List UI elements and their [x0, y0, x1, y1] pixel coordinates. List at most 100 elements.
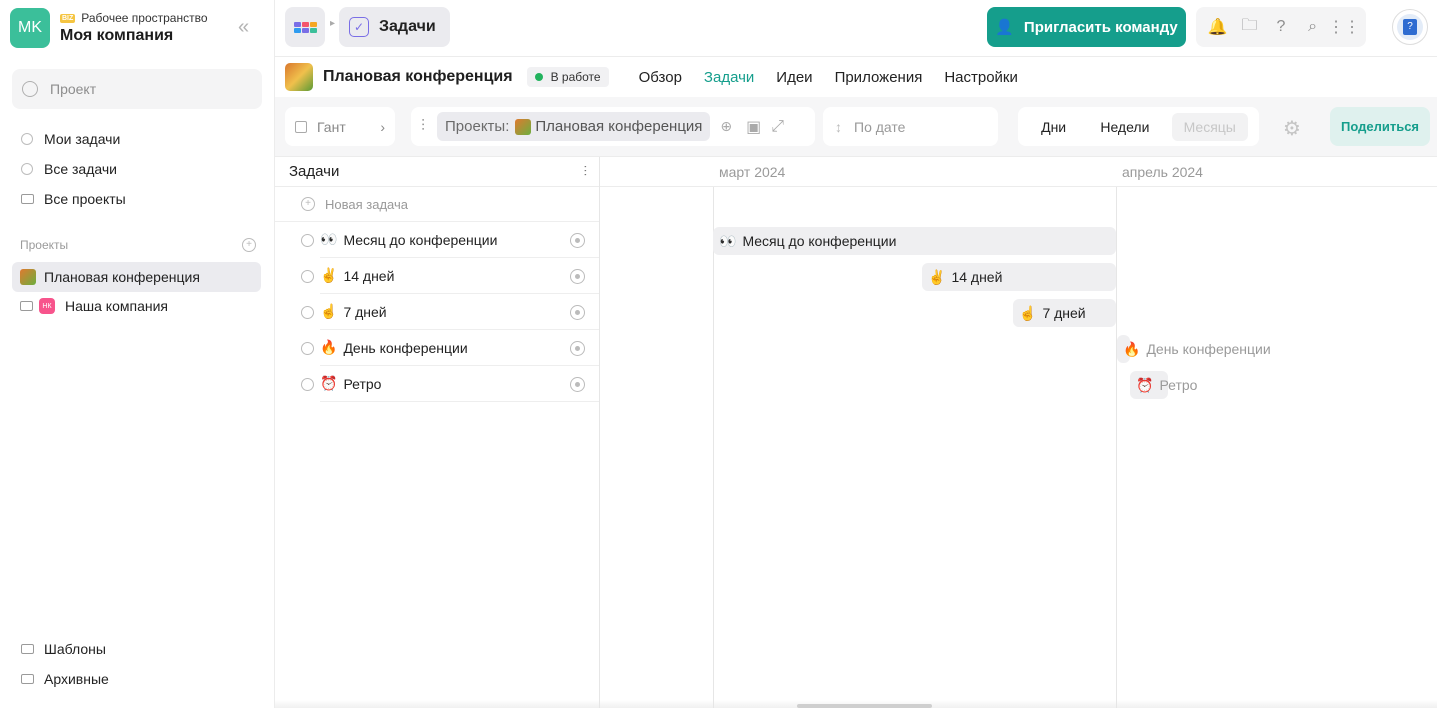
filter-bar: ⫶ Проекты: Плановая конференция ⊕ ▣ ⤢	[411, 107, 815, 146]
bar-label: 14 дней	[951, 269, 1003, 285]
task-list-header: Задачи ⫶	[275, 157, 599, 187]
bar-emoji: ☝️	[1019, 304, 1037, 321]
tab-ideas[interactable]: Идеи	[776, 69, 812, 86]
assignee-icon[interactable]	[570, 269, 585, 284]
task-row[interactable]: 🔥 День конференции	[275, 330, 599, 366]
tab-overview[interactable]: Обзор	[639, 69, 682, 86]
plus-circle-icon: +	[301, 197, 315, 211]
nav-templates[interactable]: Шаблоны	[20, 641, 106, 657]
nav-my-tasks[interactable]: Мои задачи	[20, 131, 120, 147]
tab-settings[interactable]: Настройки	[944, 69, 1018, 86]
task-complete-checkbox[interactable]	[301, 341, 314, 355]
add-user-icon: 👤	[995, 19, 1014, 36]
gantt-bar[interactable]: 👀 Месяц до конференции	[713, 227, 1116, 255]
expand-icon[interactable]: ⤢	[771, 118, 784, 136]
folder-icon[interactable]: 🗀	[1239, 17, 1259, 37]
bar-label: Ретро	[1159, 377, 1198, 393]
user-avatar[interactable]: ?	[1392, 9, 1428, 45]
tab-tasks[interactable]: Задачи	[704, 69, 754, 86]
status-badge[interactable]: В работе	[526, 67, 609, 87]
invite-team-button[interactable]: 👤 Пригласить команду	[987, 7, 1186, 47]
scale-weeks[interactable]: Недели	[1088, 113, 1161, 141]
check-circle-icon	[20, 162, 34, 176]
workspace-name: Моя компания	[60, 27, 174, 44]
gantt-bar[interactable]: 🔥 День конференции	[1117, 335, 1271, 363]
search-placeholder: Проект	[50, 81, 97, 97]
view-switcher[interactable]: Гант ›	[285, 107, 395, 146]
bell-icon[interactable]: 🔔	[1208, 17, 1228, 37]
help-icon[interactable]: ?	[1271, 17, 1291, 37]
bar-label: Месяц до конференции	[742, 233, 897, 249]
workspace-subtitle: Рабочее пространство	[81, 11, 208, 25]
nav-archive[interactable]: Архивные	[20, 671, 109, 687]
filter-sliders-icon[interactable]: ⫶	[421, 118, 425, 136]
apps-icon[interactable]: ⋮⋮	[1328, 17, 1360, 37]
task-row[interactable]: ⏰ Ретро	[275, 366, 599, 402]
time-scale-switcher: Дни Недели Месяцы	[1018, 107, 1259, 146]
gantt-bar[interactable]: ⏰ Ретро	[1130, 371, 1197, 399]
project-search-input[interactable]: Проект	[12, 69, 262, 109]
share-button[interactable]: Поделиться	[1330, 107, 1430, 146]
assignee-icon[interactable]	[570, 233, 585, 248]
task-complete-checkbox[interactable]	[301, 233, 314, 247]
search-icon[interactable]: ⌕	[1303, 17, 1323, 37]
top-bar: ▸ ✓ Задачи 👤 Пригласить команду 🔔 🗀 ? ⌕ …	[275, 0, 1437, 57]
task-row[interactable]: ✌️ 14 дней	[275, 258, 599, 294]
apps-launcher-button[interactable]	[285, 7, 325, 47]
gantt-bar[interactable]: ✌️ 14 дней	[922, 263, 1116, 291]
assignee-icon[interactable]	[570, 305, 585, 320]
scale-days[interactable]: Дни	[1029, 113, 1078, 141]
chevron-right-icon: ›	[380, 118, 385, 135]
project-filter-chip[interactable]: Проекты: Плановая конференция	[437, 112, 711, 141]
task-complete-checkbox[interactable]	[301, 305, 314, 319]
month-label: март 2024	[719, 164, 786, 180]
task-row[interactable]: 👀 Месяц до конференции	[275, 222, 599, 258]
project-header: Плановая конференция В работе Обзор Зада…	[275, 57, 1437, 97]
bar-label: День конференции	[1146, 341, 1271, 357]
breadcrumb-tasks[interactable]: ✓ Задачи	[339, 7, 450, 47]
nav-all-tasks[interactable]: Все задачи	[20, 161, 117, 177]
nav-label: Все проекты	[44, 191, 126, 207]
avatar-glyph: ?	[1403, 19, 1417, 35]
save-icon[interactable]: ▣	[746, 117, 761, 137]
projects-header-label: Проекты	[20, 238, 69, 252]
task-name: 7 дней	[343, 303, 387, 320]
task-name: День конференции	[343, 339, 468, 356]
tab-apps[interactable]: Приложения	[835, 69, 923, 86]
task-complete-checkbox[interactable]	[301, 377, 314, 391]
top-icons-group: 🔔 🗀 ? ⌕ ⋮⋮	[1196, 7, 1366, 47]
new-task-button[interactable]: + Новая задача	[275, 187, 599, 222]
collapse-sidebar-icon[interactable]: «	[238, 16, 249, 39]
task-check-icon: ✓	[349, 17, 369, 37]
task-complete-checkbox[interactable]	[301, 269, 314, 283]
project-label: Плановая конференция	[44, 269, 200, 285]
project-title: Плановая конференция	[323, 68, 513, 85]
task-emoji: 👀	[320, 231, 338, 247]
task-row[interactable]: ☝️ 7 дней	[275, 294, 599, 330]
nav-all-projects[interactable]: Все проекты	[20, 191, 126, 207]
sidebar-project-planned-conference[interactable]: Плановая конференция	[12, 262, 261, 292]
check-circle-icon	[20, 132, 34, 146]
workspace-switcher[interactable]: MK BIZ Рабочее пространство Моя компания	[10, 8, 208, 48]
assignee-icon[interactable]	[570, 341, 585, 356]
nav-label: Шаблоны	[44, 641, 106, 657]
add-filter-icon[interactable]: ⊕	[720, 118, 732, 135]
sort-select[interactable]: ↕ По дате	[823, 107, 998, 146]
task-emoji: ✌️	[320, 267, 338, 283]
view-label: Гант	[317, 118, 346, 135]
archive-icon	[20, 672, 34, 686]
scale-months[interactable]: Месяцы	[1171, 112, 1248, 141]
project-label: Наша компания	[65, 298, 168, 314]
breadcrumb-separator-icon: ▸	[330, 18, 336, 29]
sidebar-project-our-company[interactable]: НК Наша компания	[12, 291, 261, 321]
bar-emoji: 🔥	[1123, 340, 1141, 357]
gear-icon[interactable]: ⚙	[1283, 116, 1301, 141]
assignee-icon[interactable]	[570, 377, 585, 392]
column-settings-icon[interactable]: ⫶	[584, 163, 588, 180]
month-label: апрель 2024	[1122, 164, 1203, 180]
add-project-icon[interactable]: +	[242, 238, 256, 252]
status-dot-icon	[534, 73, 543, 81]
nav-label: Архивные	[44, 671, 109, 687]
horizontal-scrollbar[interactable]	[797, 704, 932, 708]
gantt-bar[interactable]: ☝️ 7 дней	[1013, 299, 1116, 327]
